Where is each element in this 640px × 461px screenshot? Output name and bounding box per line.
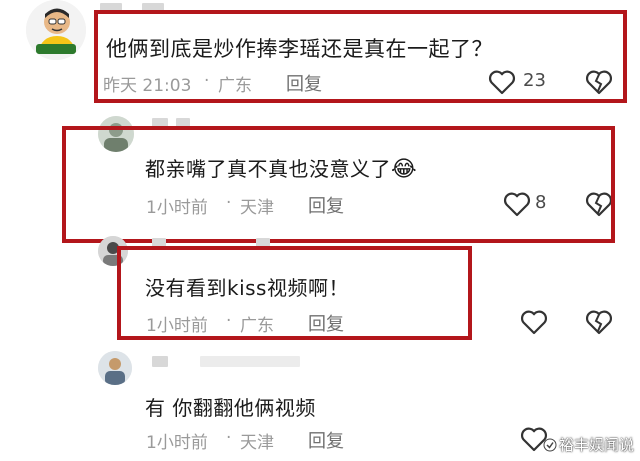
watermark-logo-icon [543,438,557,451]
avatar-photo-icon [98,351,132,385]
reply-button[interactable]: 回复 [308,427,344,453]
highlight-box [117,246,472,340]
highlight-box [94,10,627,103]
avatar-cartoon-icon [26,0,86,60]
username-redacted[interactable] [152,356,168,367]
highlight-box [62,126,615,243]
avatar[interactable] [26,0,86,60]
watermark: 裕丰娱闻说 [543,434,634,455]
comment-text: 有 你翻翻他俩视频 [145,396,316,420]
heart-outline-icon[interactable] [520,309,548,335]
watermark-text: 裕丰娱闻说 [558,436,634,454]
broken-heart-icon[interactable] [585,309,613,335]
comment-location: 天津 [240,433,274,453]
username-redacted[interactable] [200,356,300,367]
comment-time: 1小时前 [146,433,208,453]
avatar[interactable] [98,351,132,385]
separator: · [226,428,232,448]
